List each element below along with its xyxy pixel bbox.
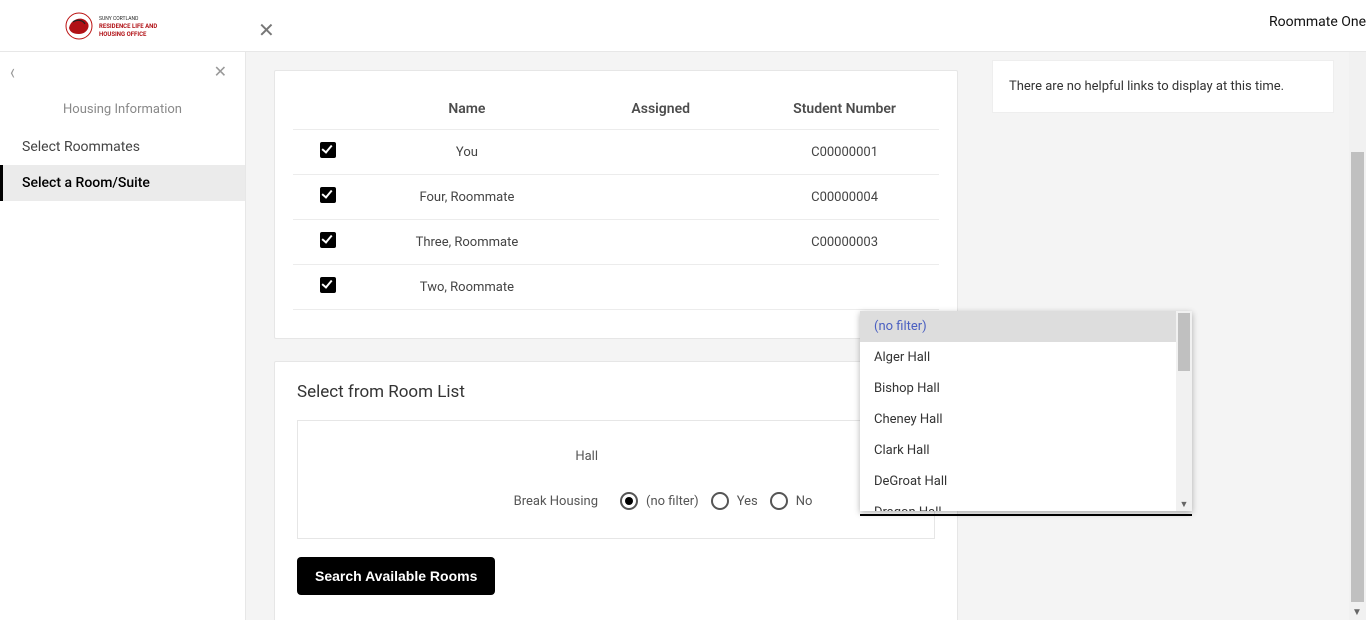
filter-box: Hall Break Housing (no filter) Yes No xyxy=(297,420,935,539)
radio-no-filter[interactable] xyxy=(620,492,638,510)
topbar: SUNY CORTLAND RESIDENCE LIFE AND HOUSING… xyxy=(0,0,1366,52)
sidebar-heading: Housing Information xyxy=(0,84,245,129)
dropdown-option[interactable]: Clark Hall xyxy=(860,435,1192,466)
helpful-links-panel: There are no helpful links to display at… xyxy=(992,60,1334,113)
row-name: Two, Roommate xyxy=(363,280,572,295)
radio-no-filter-label: (no filter) xyxy=(646,494,699,509)
dropdown-option[interactable]: Alger Hall xyxy=(860,342,1192,373)
search-available-rooms-button[interactable]: Search Available Rooms xyxy=(297,557,495,595)
main: Name Assigned Student Number You C000000… xyxy=(246,52,1350,620)
svg-text:RESIDENCE LIFE AND: RESIDENCE LIFE AND xyxy=(99,23,157,30)
row-checkbox[interactable] xyxy=(320,232,336,248)
logo[interactable]: SUNY CORTLAND RESIDENCE LIFE AND HOUSING… xyxy=(0,8,246,44)
col-assigned: Assigned xyxy=(571,101,750,117)
sidebar-item-select-room[interactable]: Select a Room/Suite xyxy=(0,165,245,201)
sidebar: ‹ ✕ Housing Information Select Roommates… xyxy=(0,52,246,620)
roommate-row: You C00000001 xyxy=(293,130,939,175)
roommate-row: Three, Roommate C00000003 xyxy=(293,220,939,265)
scroll-down-icon[interactable]: ▼ xyxy=(1178,499,1190,511)
dropdown-option-no-filter[interactable]: (no filter) xyxy=(860,311,1192,342)
radio-no[interactable] xyxy=(770,492,788,510)
close-icon[interactable]: ✕ xyxy=(258,18,275,42)
dropdown-option[interactable]: DeGroat Hall xyxy=(860,466,1192,497)
roomlist-card: Select from Room List Hall Break Housing… xyxy=(274,361,958,620)
row-name: Four, Roommate xyxy=(363,190,572,205)
row-name: You xyxy=(363,145,572,160)
radio-yes[interactable] xyxy=(711,492,729,510)
row-checkbox[interactable] xyxy=(320,277,336,293)
username[interactable]: Roommate One xyxy=(1269,14,1366,30)
page-scrollbar[interactable]: ▼ xyxy=(1349,52,1366,620)
hall-select-underline xyxy=(860,514,1192,516)
roommate-row: Four, Roommate C00000004 xyxy=(293,175,939,220)
dropdown-option[interactable]: Bishop Hall xyxy=(860,373,1192,404)
sidebar-close-icon[interactable]: ✕ xyxy=(214,62,227,81)
break-housing-radio-group: (no filter) Yes No xyxy=(620,492,822,510)
radio-no-label: No xyxy=(796,494,813,509)
svg-text:HOUSING OFFICE: HOUSING OFFICE xyxy=(99,31,147,38)
hall-dropdown[interactable]: (no filter) Alger Hall Bishop Hall Chene… xyxy=(860,311,1192,511)
page-scroll-thumb[interactable] xyxy=(1351,152,1364,602)
roommate-table-header: Name Assigned Student Number xyxy=(293,89,939,130)
sidebar-item-select-roommates[interactable]: Select Roommates xyxy=(0,129,245,165)
roommate-card: Name Assigned Student Number You C000000… xyxy=(274,70,958,339)
back-icon[interactable]: ‹ xyxy=(10,58,15,85)
hall-label: Hall xyxy=(322,449,620,464)
row-checkbox[interactable] xyxy=(320,142,336,158)
col-name: Name xyxy=(363,101,572,117)
dropdown-option[interactable]: Dragon Hall xyxy=(860,497,1192,511)
scroll-thumb[interactable] xyxy=(1178,313,1190,371)
break-housing-label: Break Housing xyxy=(322,494,620,509)
roomlist-title: Select from Room List xyxy=(275,382,957,420)
row-name: Three, Roommate xyxy=(363,235,572,250)
row-student-number: C00000001 xyxy=(750,145,939,160)
roommate-row: Two, Roommate xyxy=(293,265,939,310)
row-checkbox[interactable] xyxy=(320,187,336,203)
svg-text:SUNY CORTLAND: SUNY CORTLAND xyxy=(99,16,138,22)
row-student-number: C00000004 xyxy=(750,190,939,205)
col-student-number: Student Number xyxy=(750,101,939,117)
radio-yes-label: Yes xyxy=(737,494,758,509)
dropdown-scrollbar[interactable]: ▲ ▼ xyxy=(1176,311,1192,511)
row-student-number: C00000003 xyxy=(750,235,939,250)
scroll-down-icon[interactable]: ▼ xyxy=(1352,607,1362,618)
dropdown-option[interactable]: Cheney Hall xyxy=(860,404,1192,435)
